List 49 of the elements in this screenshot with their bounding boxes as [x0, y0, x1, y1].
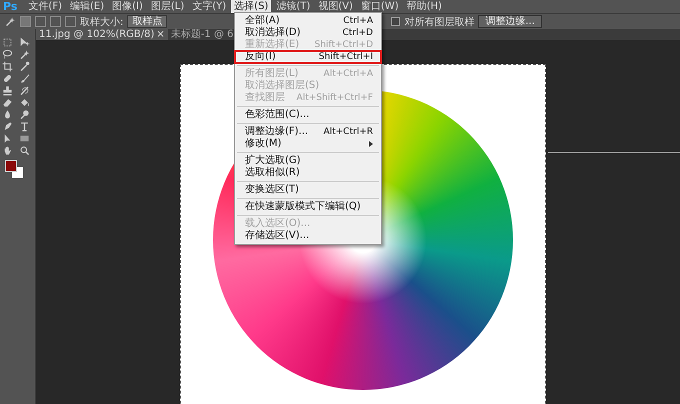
sample-size-dropdown[interactable]: 取样点	[127, 15, 168, 28]
menu-bar-item[interactable]: 滤镜(T)	[273, 0, 314, 13]
hand-icon[interactable]	[2, 145, 13, 156]
move-icon[interactable]	[19, 37, 30, 48]
eraser-icon[interactable]	[2, 97, 13, 108]
menu-item[interactable]: 修改(M)	[235, 138, 381, 150]
text-icon[interactable]	[19, 121, 30, 132]
submenu-arrow-icon	[369, 141, 373, 147]
marquee-icon[interactable]	[2, 37, 13, 48]
menu-item[interactable]: 色彩范围(C)...	[235, 109, 381, 121]
pointer-icon[interactable]	[2, 133, 13, 144]
refine-edge-button[interactable]: 调整边缘...	[478, 15, 542, 28]
paint-bucket-icon[interactable]	[19, 97, 30, 108]
menu-item[interactable]: 全部(A) Ctrl+A	[235, 15, 381, 27]
menu-bar-item[interactable]: 图层(L)	[148, 0, 188, 13]
magic-wand-icon[interactable]	[4, 16, 16, 27]
menu-bar-item[interactable]: 编辑(E)	[66, 0, 108, 13]
drop-icon[interactable]	[2, 109, 13, 120]
checkbox[interactable]	[391, 17, 400, 26]
pen-icon[interactable]	[2, 121, 13, 132]
menu-item[interactable]: 变换选区(T)	[235, 184, 381, 196]
menu-item[interactable]: 在快速蒙版模式下编辑(Q)	[235, 201, 381, 213]
document-tab[interactable]: 11.jpg @ 102%(RGB/8) ×	[36, 29, 168, 40]
menu-bar-item[interactable]: 文件(F)	[25, 0, 65, 13]
crop-icon[interactable]	[2, 61, 13, 72]
menu-item[interactable]: 存储选区(V)...	[235, 230, 381, 242]
color-swatches-drawing[interactable]	[4, 159, 24, 179]
menu-bar-item[interactable]: 文字(Y)	[189, 0, 230, 13]
stamp-icon[interactable]	[2, 85, 13, 96]
eyedropper-icon[interactable]	[19, 61, 30, 72]
rectangle-icon[interactable]	[19, 133, 30, 144]
menu-bar-item[interactable]: 帮助(H)	[404, 0, 445, 13]
menu-bar-item[interactable]: 视图(V)	[315, 0, 356, 13]
checkbox-label: 对所有图层取样	[404, 16, 474, 28]
search-icon[interactable]	[19, 145, 30, 156]
sample-size-label: 取样大小:	[80, 16, 124, 28]
menu-bar-item[interactable]: 窗口(W)	[358, 0, 402, 13]
app-logo: Ps	[2, 0, 18, 13]
menu-item[interactable]: 选取相似(R)	[235, 167, 381, 179]
menu-item[interactable]: 调整边缘(F)... Alt+Ctrl+R	[235, 126, 381, 138]
menu-bar-item[interactable]: 选择(S)	[231, 0, 272, 13]
magic-wand-icon[interactable]	[19, 49, 30, 60]
menu-item[interactable]: 扩大选取(G)	[235, 155, 381, 167]
close-icon[interactable]: ×	[156, 29, 165, 40]
document-tab[interactable]: 未标题-1 @ 6	[168, 29, 237, 40]
menu-item[interactable]: 取消选择(D) Ctrl+D	[235, 27, 381, 39]
menu-bar-item[interactable]: 图像(I)	[109, 0, 146, 13]
lasso-icon[interactable]	[2, 49, 13, 60]
brush-icon[interactable]	[19, 73, 30, 84]
